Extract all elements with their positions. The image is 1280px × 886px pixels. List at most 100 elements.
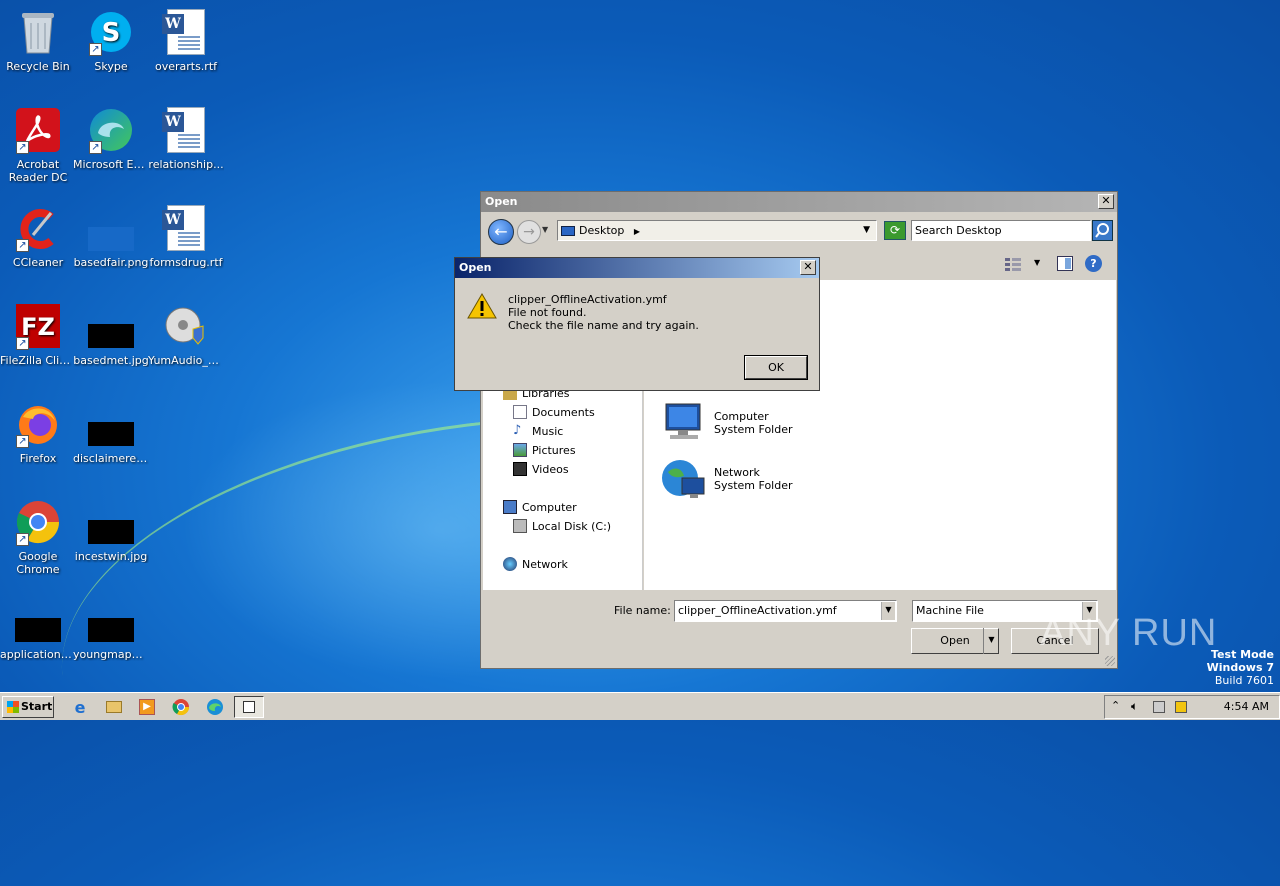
explorer-folder-icon[interactable]	[104, 697, 124, 717]
breadcrumb-chevron-icon[interactable]: ▶	[634, 227, 640, 236]
installer-icon	[162, 302, 210, 350]
clock[interactable]: 4:54 AM	[1224, 700, 1269, 713]
error-dialog: Open ✕ clipper_OfflineActivation.ymf Fil…	[454, 257, 820, 391]
search-button[interactable]	[1092, 220, 1113, 241]
desktop-icon-yumaudio[interactable]: YumAudio_K...	[148, 302, 224, 367]
ok-button[interactable]: OK	[744, 355, 808, 380]
open-dialog-close-button[interactable]: ✕	[1098, 194, 1114, 209]
address-dropdown-icon[interactable]: ▼	[863, 221, 870, 240]
desktop-icon-overarts[interactable]: W overarts.rtf	[148, 8, 224, 73]
desktop-icon-basedmet[interactable]: basedmet.jpg	[73, 302, 149, 367]
address-bar[interactable]: Desktop ▶ ▼	[557, 220, 877, 241]
search-input[interactable]: Search Desktop	[911, 220, 1091, 241]
music-icon: ♪	[513, 423, 522, 438]
desktop-location-icon	[561, 226, 575, 236]
test-mode-watermark: Test Mode Windows 7 Build 7601	[1207, 648, 1274, 687]
shortcut-arrow-icon: ↗	[16, 435, 29, 448]
desktop-icon-disclaimerev[interactable]: disclaimerev...	[73, 400, 149, 465]
preview-pane-icon[interactable]	[1057, 256, 1073, 271]
desktop-icon-applications[interactable]: applications...	[0, 596, 76, 661]
recycle-bin-icon	[14, 8, 62, 56]
open-dialog-task-icon	[243, 701, 255, 713]
error-dialog-close-button[interactable]: ✕	[800, 260, 816, 275]
view-dropdown-icon[interactable]: ▼	[1034, 258, 1040, 267]
desktop-icon-chrome[interactable]: ↗ Google Chrome	[0, 498, 76, 576]
refresh-icon: ⟳	[889, 223, 901, 237]
refresh-button[interactable]: ⟳	[884, 221, 906, 240]
desktop-icon-ccleaner[interactable]: ↗ CCleaner	[0, 204, 76, 269]
desktop-icon-acrobat[interactable]: ↗ Acrobat Reader DC	[0, 106, 76, 184]
search-placeholder: Search Desktop	[915, 224, 1002, 237]
help-icon[interactable]: ?	[1085, 255, 1102, 272]
tree-music[interactable]: ♪ Music	[513, 424, 563, 438]
desktop-icon-edge[interactable]: ↗ Microsoft Edge	[73, 106, 149, 171]
desktop-icon-youngmapu[interactable]: youngmapu...	[73, 596, 149, 661]
test-mode-text: Test Mode	[1211, 648, 1274, 661]
shortcut-arrow-icon: ↗	[16, 239, 29, 252]
ok-button-label: OK	[768, 361, 784, 374]
desktop-icon-relationship[interactable]: W relationship...	[148, 106, 224, 171]
file-item-network[interactable]: Network System Folder	[660, 456, 793, 502]
desktop-icon-label: Acrobat Reader DC	[8, 158, 68, 184]
chrome-icon: ↗	[14, 498, 62, 546]
skype-icon: S ↗	[87, 8, 135, 56]
file-name-input[interactable]: clipper_OfflineActivation.ymf ▼	[674, 600, 897, 622]
desktop-icon-label: Skype	[94, 60, 128, 73]
network-icon	[662, 460, 705, 498]
tree-computer-label: Computer	[522, 500, 577, 514]
desktop-icon-label: overarts.rtf	[154, 60, 218, 73]
open-options-dropdown-icon[interactable]: ▼	[983, 628, 999, 654]
open-dialog-title: Open	[485, 195, 518, 208]
tree-pictures[interactable]: Pictures	[513, 443, 576, 457]
forward-button[interactable]: →	[517, 220, 541, 244]
image-thumbnail-icon	[87, 596, 135, 644]
desktop-icon-skype[interactable]: S ↗ Skype	[73, 8, 149, 73]
navigation-bar: ← → ▼ Desktop ▶ ▼ ⟳ Search Desktop	[481, 213, 1117, 247]
desktop-icon-formsdrug[interactable]: W formsdrug.rtf	[148, 204, 224, 269]
volume-icon[interactable]: 🔈︎	[1131, 699, 1138, 714]
desktop-icon-firefox[interactable]: ↗ Firefox	[0, 400, 76, 465]
media-player-icon[interactable]: ▶	[137, 697, 157, 717]
error-message: clipper_OfflineActivation.ymf File not f…	[508, 293, 699, 332]
desktop-icon-basedfair[interactable]: basedfair.png	[73, 204, 149, 269]
windows-logo-icon	[7, 701, 19, 713]
filezilla-icon: FZ ↗	[14, 302, 62, 350]
chrome-taskbar-icon[interactable]	[171, 697, 191, 717]
open-button-label: Open	[940, 634, 970, 647]
tree-documents[interactable]: Documents	[513, 405, 595, 419]
active-task-button[interactable]	[234, 696, 264, 718]
word-document-icon: W	[162, 204, 210, 252]
action-center-icon[interactable]	[1175, 701, 1187, 713]
recent-locations-chevron-icon[interactable]: ▼	[542, 225, 548, 234]
resize-grip-icon[interactable]	[1105, 656, 1115, 666]
tree-network[interactable]: Network	[503, 557, 568, 571]
forward-arrow-icon: →	[523, 224, 535, 240]
show-hidden-icons-icon[interactable]: ⌃	[1111, 699, 1120, 712]
desktop-icon-label: relationship...	[148, 158, 224, 171]
tree-computer[interactable]: Computer	[503, 500, 577, 514]
internet-explorer-icon[interactable]: e	[70, 697, 90, 717]
image-thumbnail-icon	[87, 400, 135, 448]
tree-videos[interactable]: Videos	[513, 462, 569, 476]
start-button[interactable]: Start	[2, 696, 54, 718]
view-options-icon[interactable]	[1005, 257, 1021, 271]
desktop-icon-incestwin[interactable]: incestwin.jpg	[73, 498, 149, 563]
tree-local-disk-label: Local Disk (C:)	[532, 519, 612, 533]
build-text: Build 7601	[1214, 674, 1274, 687]
error-line-not-found: File not found.	[508, 306, 587, 319]
desktop-icon-label: FileZilla Client	[0, 354, 76, 367]
tree-local-disk[interactable]: Local Disk (C:)	[513, 519, 611, 533]
network-status-icon[interactable]	[1153, 701, 1165, 713]
file-name-dropdown-icon[interactable]: ▼	[881, 602, 895, 620]
file-item-type: System Folder	[714, 423, 793, 436]
desktop-icon-recycle-bin[interactable]: Recycle Bin	[0, 8, 76, 73]
edge-taskbar-icon[interactable]	[205, 697, 225, 717]
file-item-computer[interactable]: Computer System Folder	[660, 402, 793, 444]
documents-icon	[513, 405, 527, 419]
edge-icon: ↗	[87, 106, 135, 154]
back-button[interactable]: ←	[488, 219, 514, 245]
desktop-icon-label: basedfair.png	[73, 256, 149, 269]
computer-icon	[503, 500, 517, 514]
desktop-icon-filezilla[interactable]: FZ ↗ FileZilla Client	[0, 302, 76, 367]
open-button[interactable]: Open ▼	[911, 628, 999, 654]
